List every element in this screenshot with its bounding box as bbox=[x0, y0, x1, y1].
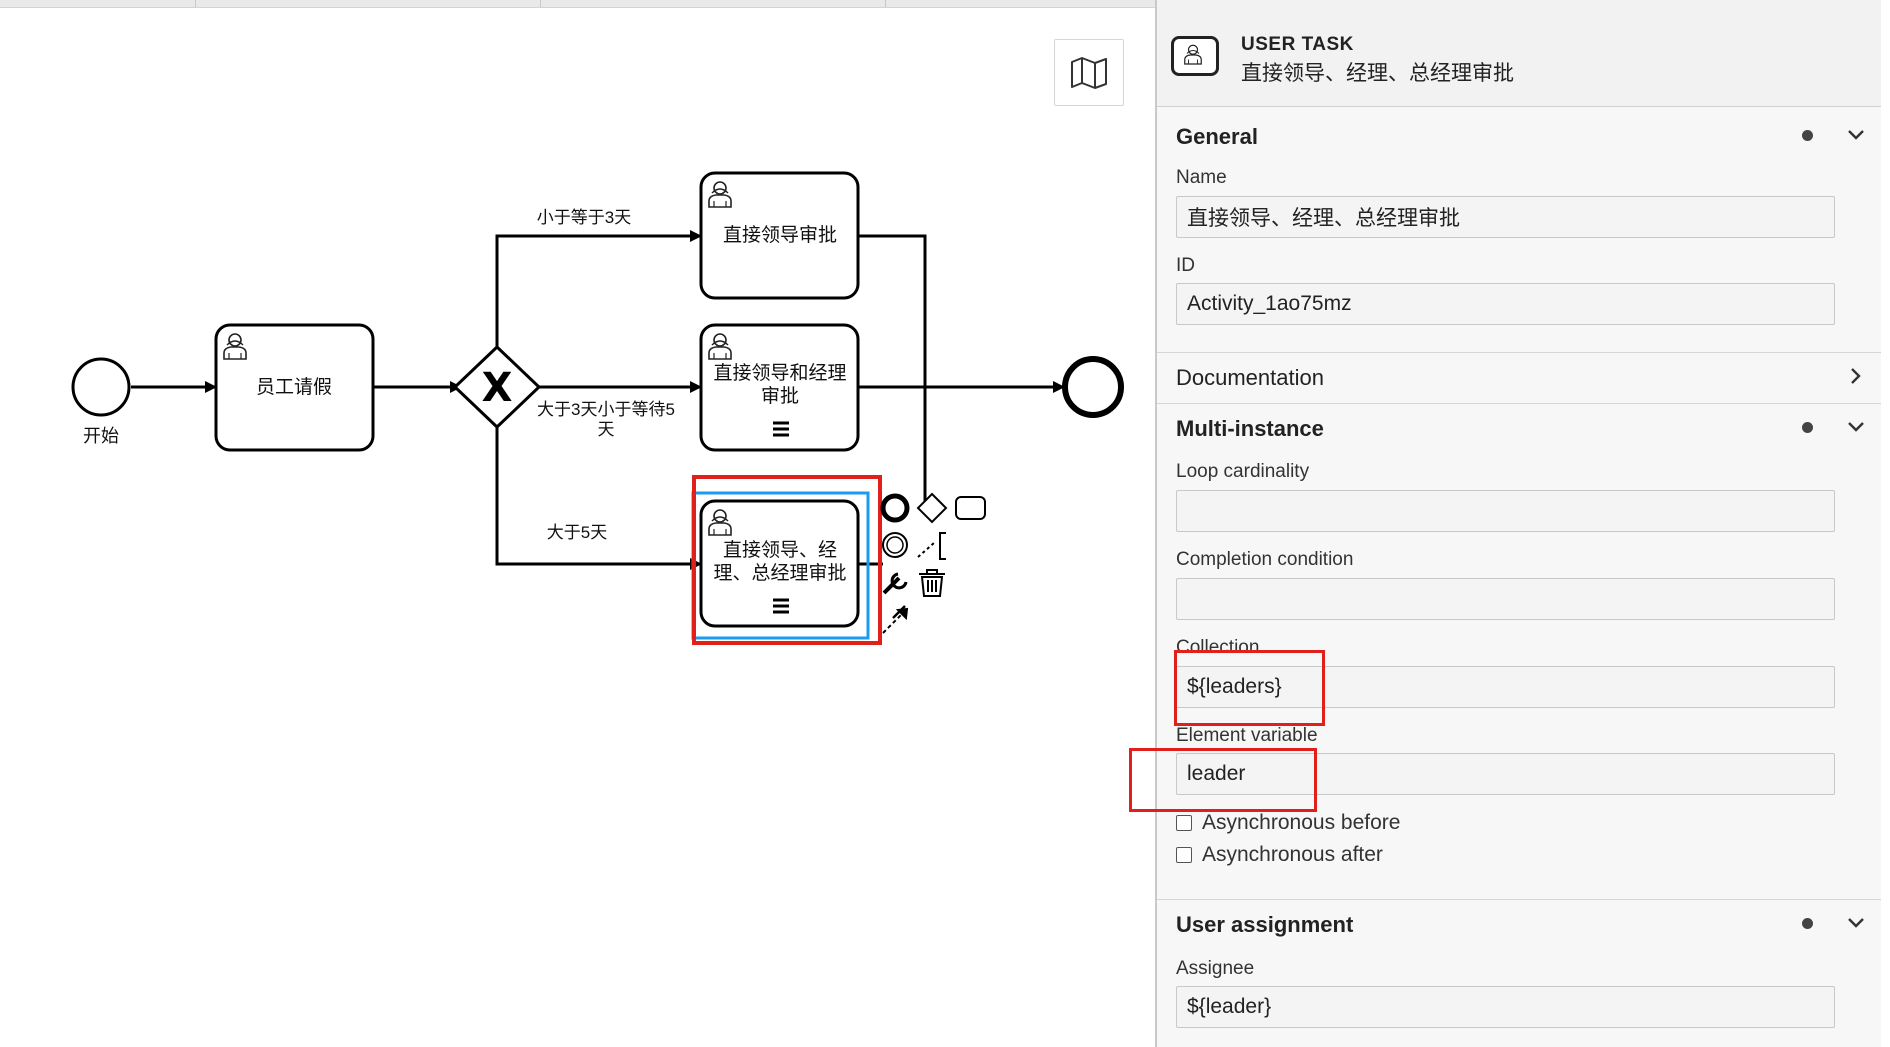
name-input[interactable] bbox=[1176, 196, 1835, 238]
append-task-icon[interactable] bbox=[955, 496, 986, 520]
async-before-checkbox[interactable] bbox=[1176, 815, 1192, 831]
id-input[interactable] bbox=[1176, 283, 1835, 325]
data-indicator-dot bbox=[1802, 422, 1813, 433]
group-general-title: General bbox=[1176, 124, 1258, 149]
flow-label-3to5: 大于3天小于等待5天 bbox=[537, 400, 675, 439]
completion-condition-label: Completion condition bbox=[1176, 549, 1354, 570]
connect-arrow-icon[interactable] bbox=[882, 605, 909, 634]
user-task-icon bbox=[1171, 36, 1219, 76]
gateway-x-icon: X bbox=[482, 365, 513, 411]
data-indicator-dot bbox=[1802, 918, 1813, 929]
group-user-assignment-title: User assignment bbox=[1176, 912, 1354, 937]
panel-header: USER TASK 直接领导、经理、总经理审批 bbox=[1157, 0, 1881, 107]
data-indicator-dot bbox=[1802, 130, 1813, 141]
append-intermediate-event-icon[interactable] bbox=[882, 532, 908, 558]
append-text-annotation-icon[interactable] bbox=[917, 532, 946, 560]
async-before-checkbox-row[interactable]: Asynchronous before bbox=[1176, 810, 1400, 836]
start-event[interactable] bbox=[71, 357, 131, 417]
async-after-checkbox-row[interactable]: Asynchronous after bbox=[1176, 842, 1383, 868]
delete-trash-icon[interactable] bbox=[919, 569, 945, 597]
flow-direct-lead-to-end bbox=[859, 234, 927, 505]
task-direct-lead-label: 直接领导审批 bbox=[723, 224, 837, 246]
chevron-right-icon[interactable] bbox=[1845, 365, 1867, 387]
task-lead-manager-label: 直接领导和经理审批 bbox=[713, 363, 847, 407]
group-documentation-title: Documentation bbox=[1176, 365, 1324, 390]
minimap-toggle-button[interactable] bbox=[1054, 39, 1124, 106]
name-label: Name bbox=[1176, 167, 1227, 188]
task-employee-leave-label: 员工请假 bbox=[256, 376, 332, 398]
flow-label-le3: 小于等于3天 bbox=[537, 208, 631, 227]
group-multi-instance-header[interactable]: Multi-instance bbox=[1157, 403, 1881, 449]
change-type-wrench-icon[interactable] bbox=[882, 572, 908, 595]
append-gateway-icon[interactable] bbox=[916, 492, 948, 524]
collection-label: Collection bbox=[1176, 637, 1260, 658]
start-event-label: 开始 bbox=[83, 426, 119, 446]
completion-condition-input[interactable] bbox=[1176, 578, 1835, 620]
chevron-down-icon[interactable] bbox=[1845, 912, 1867, 934]
flow-label-gt5: 大于5天 bbox=[547, 523, 607, 542]
group-documentation-header[interactable]: Documentation bbox=[1157, 352, 1881, 398]
group-general-header[interactable]: General bbox=[1157, 112, 1881, 158]
element-variable-label: Element variable bbox=[1176, 725, 1318, 746]
task-all-approval-label: 直接领导、经理、总经理审批 bbox=[713, 540, 847, 584]
group-multi-instance-title: Multi-instance bbox=[1176, 416, 1324, 441]
context-pad bbox=[880, 492, 986, 634]
group-user-assignment-header[interactable]: User assignment bbox=[1157, 899, 1881, 945]
assignee-input[interactable] bbox=[1176, 986, 1835, 1028]
element-name-header: 直接领导、经理、总经理审批 bbox=[1241, 62, 1514, 85]
collection-input[interactable] bbox=[1176, 666, 1835, 708]
bpmn-diagram: 开始 员工请假 X 小于等于3天 大于5天 大于3天小于等待5天 直接领导审批 bbox=[71, 171, 1124, 645]
properties-panel: USER TASK 直接领导、经理、总经理审批 General Name ID … bbox=[1129, 0, 1881, 1047]
id-label: ID bbox=[1176, 255, 1195, 276]
append-end-event-icon[interactable] bbox=[880, 493, 910, 523]
element-variable-input[interactable] bbox=[1176, 753, 1835, 795]
async-before-label: Asynchronous before bbox=[1202, 811, 1401, 834]
async-after-checkbox[interactable] bbox=[1176, 847, 1192, 863]
chevron-down-icon[interactable] bbox=[1845, 124, 1867, 146]
bpmn-canvas[interactable]: 开始 员工请假 X 小于等于3天 大于5天 大于3天小于等待5天 直接领导审批 bbox=[0, 0, 1157, 1047]
loop-cardinality-input[interactable] bbox=[1176, 490, 1835, 532]
chevron-down-icon[interactable] bbox=[1845, 416, 1867, 438]
flow-gateway-to-direct-lead bbox=[495, 230, 702, 353]
loop-cardinality-label: Loop cardinality bbox=[1176, 461, 1310, 482]
end-event[interactable] bbox=[1062, 356, 1124, 418]
async-after-label: Asynchronous after bbox=[1202, 843, 1383, 866]
assignee-label: Assignee bbox=[1176, 958, 1255, 979]
element-type-label: USER TASK bbox=[1241, 34, 1354, 55]
map-icon bbox=[1071, 56, 1107, 89]
